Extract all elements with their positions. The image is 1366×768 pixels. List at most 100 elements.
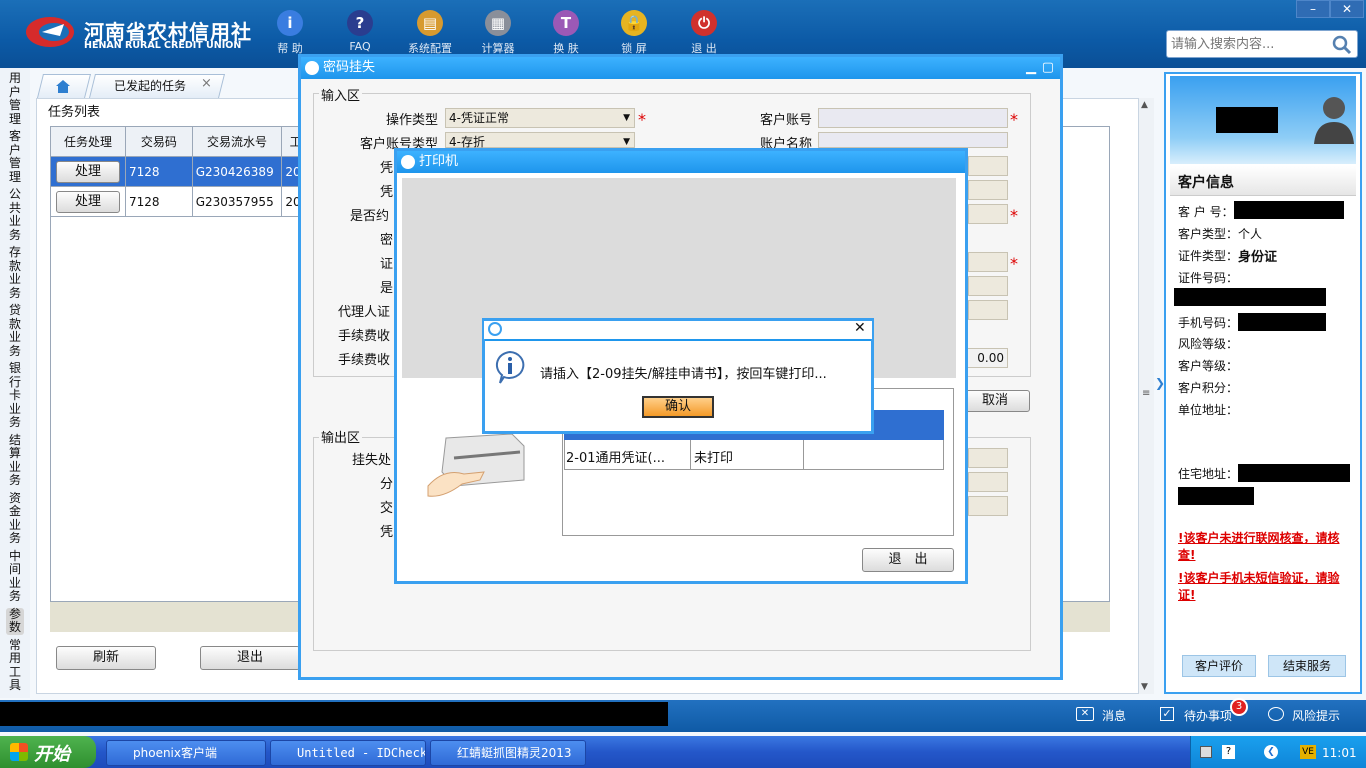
evaluate-button[interactable]: 客户评价 bbox=[1182, 655, 1256, 677]
left-tab-3[interactable]: 存款业务 bbox=[6, 245, 24, 300]
message-label[interactable]: 消息 bbox=[1102, 707, 1126, 724]
ok-button[interactable]: 确认 bbox=[642, 396, 714, 418]
field-label: 手续费收 bbox=[338, 329, 391, 344]
scroll-up-icon[interactable]: ▲ bbox=[1141, 100, 1148, 110]
left-tab-2[interactable]: 公共业务 bbox=[6, 187, 24, 242]
left-tab-7[interactable]: 资金业务 bbox=[6, 491, 24, 546]
left-tab-4[interactable]: 贷款业务 bbox=[6, 303, 24, 358]
left-tab-8[interactable]: 中间业务 bbox=[6, 549, 24, 604]
cust-acct-field[interactable] bbox=[818, 108, 1008, 128]
search-input[interactable] bbox=[1167, 31, 1327, 57]
clock: 11:01 bbox=[1322, 746, 1357, 760]
todo-label[interactable]: 待办事项 bbox=[1184, 707, 1232, 724]
maximize-icon[interactable]: ▢ bbox=[1042, 57, 1054, 79]
task-list-title: 任务列表 bbox=[48, 105, 101, 120]
redacted-value bbox=[1174, 288, 1326, 306]
end-service-button[interactable]: 结束服务 bbox=[1268, 655, 1346, 677]
cell-divider bbox=[690, 440, 691, 470]
redacted-value bbox=[1238, 313, 1326, 331]
taskbar-item-phoenix[interactable]: phoenix客户端 bbox=[106, 740, 266, 766]
app-icon bbox=[488, 322, 502, 336]
info-icon: i bbox=[277, 10, 303, 36]
field bbox=[968, 472, 1008, 492]
field[interactable] bbox=[968, 204, 1008, 224]
todo-count-badge: 3 bbox=[1230, 698, 1248, 716]
left-tab-5[interactable]: 银行卡业务 bbox=[6, 361, 24, 430]
chat-icon[interactable] bbox=[1268, 707, 1284, 721]
cust-no-label: 客 户 号： bbox=[1178, 205, 1234, 219]
warning-link-sms[interactable]: !该客户手机未短信验证，请验证! bbox=[1178, 570, 1356, 604]
field[interactable] bbox=[968, 276, 1008, 296]
home-icon[interactable] bbox=[54, 78, 72, 94]
printer-exit-button[interactable]: 退 出 bbox=[862, 548, 954, 572]
left-tab-6[interactable]: 结算业务 bbox=[6, 433, 24, 488]
cell: 2-01通用凭证(... bbox=[566, 451, 665, 466]
close-icon[interactable]: ✕ bbox=[854, 320, 866, 336]
points-label: 客户积分： bbox=[1178, 381, 1239, 395]
left-tab-1[interactable]: 客户管理 bbox=[6, 129, 24, 184]
risk-tip-label[interactable]: 风险提示 bbox=[1292, 707, 1340, 724]
customer-name-redacted bbox=[1216, 107, 1278, 133]
cancel-button[interactable]: 取消 bbox=[960, 390, 1030, 412]
redacted-value bbox=[1234, 201, 1344, 219]
checkbox-icon[interactable]: ✓ bbox=[1160, 707, 1174, 721]
field-label: 凭 bbox=[380, 161, 394, 176]
taskbar-item-idcheck[interactable]: Untitled - IDCheck bbox=[270, 740, 426, 766]
field bbox=[968, 448, 1008, 468]
help-tray-icon[interactable]: ? bbox=[1222, 745, 1235, 759]
work-address-label: 单位地址： bbox=[1178, 403, 1239, 417]
tab-close-icon[interactable]: × bbox=[201, 76, 212, 91]
input-area-label: 输入区 bbox=[319, 85, 363, 104]
exit-button[interactable]: 退出 bbox=[200, 646, 300, 670]
minimize-button[interactable]: – bbox=[1296, 0, 1330, 18]
lock-icon: 🔒 bbox=[621, 10, 647, 36]
field[interactable] bbox=[968, 180, 1008, 200]
field[interactable] bbox=[968, 300, 1008, 320]
field-label: 代理人证 bbox=[338, 305, 391, 320]
logo-english: HENAN RURAL CREDIT UNION bbox=[84, 40, 242, 51]
chevron-down-icon[interactable]: ▼ bbox=[623, 109, 630, 127]
scroll-grip-icon[interactable]: ≡ bbox=[1142, 388, 1150, 399]
search-icon[interactable] bbox=[1331, 34, 1353, 56]
acct-type-value: 4-存折 bbox=[449, 135, 485, 149]
info-icon bbox=[495, 350, 525, 384]
question-icon: ? bbox=[347, 10, 373, 36]
cell: 未打印 bbox=[694, 451, 734, 466]
keyboard-icon[interactable] bbox=[1200, 746, 1212, 758]
output-label: 凭 bbox=[380, 525, 394, 540]
acct-type-select[interactable]: 4-存折 ▼ bbox=[445, 132, 635, 149]
close-app-button[interactable]: ✕ bbox=[1330, 0, 1364, 18]
message-icon[interactable]: ✕ bbox=[1076, 707, 1094, 721]
minimize-icon[interactable]: ▁ bbox=[1026, 57, 1036, 79]
dialog-title: 密码挂失 bbox=[323, 60, 376, 75]
ve-tray-icon[interactable]: VE bbox=[1300, 745, 1316, 759]
refresh-button[interactable]: 刷新 bbox=[56, 646, 156, 670]
process-button[interactable]: 处理 bbox=[56, 190, 120, 213]
warning-link-verify[interactable]: !该客户未进行联网核查，请核查! bbox=[1178, 530, 1356, 564]
output-label: 交 bbox=[380, 501, 394, 516]
logo-icon bbox=[26, 17, 74, 47]
scroll-down-icon[interactable]: ▼ bbox=[1141, 682, 1148, 692]
col-header: 任务处理 bbox=[50, 126, 126, 157]
field-label: 是 bbox=[380, 281, 394, 296]
left-tab-0[interactable]: 用户管理 bbox=[6, 71, 24, 126]
level-label: 客户等级： bbox=[1178, 359, 1239, 373]
process-button[interactable]: 处理 bbox=[56, 160, 120, 183]
cust-type-value: 个人 bbox=[1238, 227, 1263, 241]
field-label: 是否约 bbox=[350, 209, 390, 224]
col-header: 交易码 bbox=[125, 126, 193, 157]
op-type-select[interactable]: 4-凭证正常 ▼ bbox=[445, 108, 635, 128]
cust-type-label: 客户类型： bbox=[1178, 227, 1239, 241]
cust-acct-label: 客户账号 bbox=[759, 113, 812, 128]
table-row[interactable]: 处理 7128 G230357955 20 bbox=[50, 186, 310, 217]
task-table: 任务处理 交易码 交易流水号 工 处理 7128 G230426389 20 处… bbox=[50, 126, 310, 217]
table-row[interactable]: 处理 7128 G230426389 20 bbox=[50, 156, 310, 187]
field[interactable] bbox=[968, 252, 1008, 272]
chevron-left-icon[interactable]: ❮ bbox=[1264, 745, 1278, 759]
avatar-icon bbox=[1314, 97, 1354, 144]
field[interactable] bbox=[968, 156, 1008, 176]
taskbar-item-capture[interactable]: 红蜻蜓抓图精灵2013 bbox=[430, 740, 586, 766]
left-tab-9[interactable]: 参数 bbox=[6, 607, 24, 635]
left-tab-10[interactable]: 常用工具 bbox=[6, 638, 24, 693]
output-label: 分 bbox=[380, 477, 394, 492]
